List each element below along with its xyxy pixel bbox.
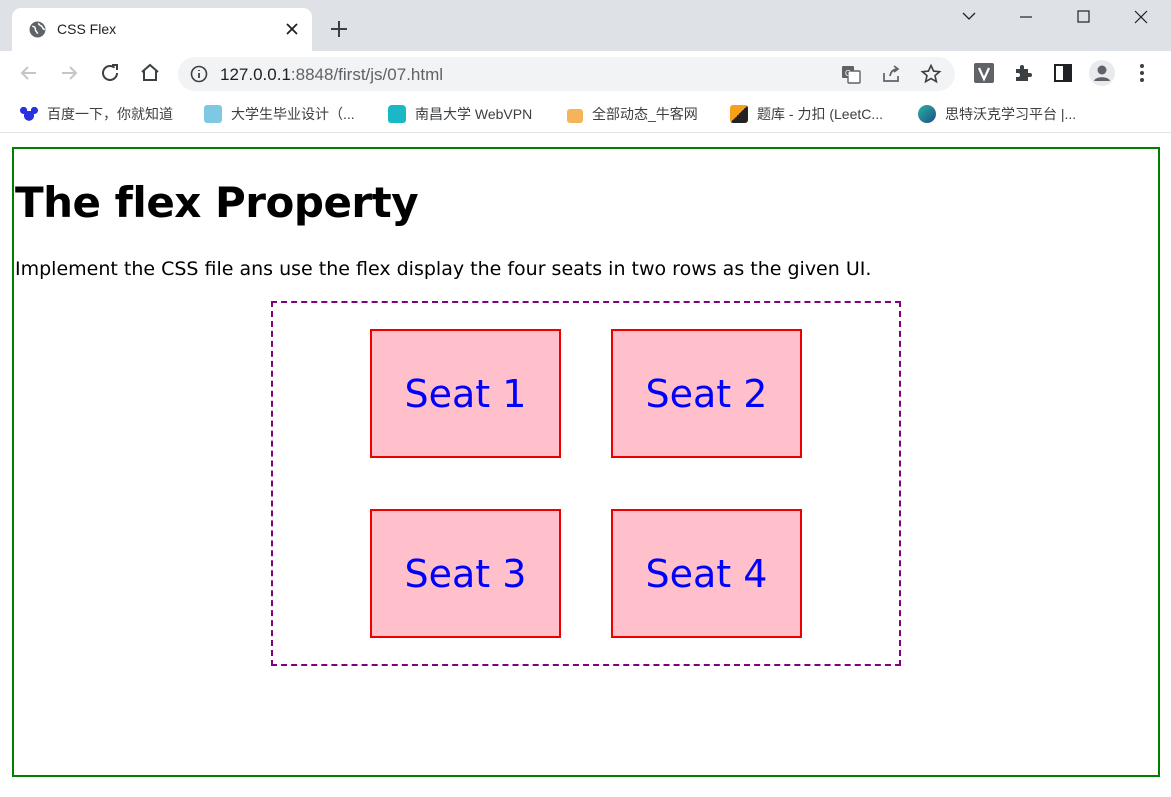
browser-toolbar: 127.0.0.1:8848/first/js/07.html G <box>0 51 1171 95</box>
person-icon <box>1094 65 1110 81</box>
seat-2: Seat 2 <box>611 329 802 458</box>
bookmark-nowcoder[interactable]: 全部动态_牛客网 <box>567 104 698 124</box>
site-info-icon[interactable] <box>190 65 208 83</box>
page-description: Implement the CSS file ans use the flex … <box>15 258 872 280</box>
minimize-icon[interactable] <box>998 0 1054 34</box>
thoughtworks-icon <box>918 105 936 123</box>
page-heading: The flex Property <box>15 178 419 227</box>
forward-arrow-icon[interactable] <box>57 61 81 85</box>
bookmark-baidu[interactable]: 百度一下，你就知道 <box>20 104 173 124</box>
tab-strip: CSS Flex <box>0 0 1171 51</box>
leetcode-icon <box>730 105 748 123</box>
seat-4: Seat 4 <box>611 509 802 638</box>
graduation-icon <box>204 105 222 123</box>
baidu-icon <box>20 105 38 123</box>
seat-3: Seat 3 <box>370 509 561 638</box>
nowcoder-icon <box>567 109 583 123</box>
bookmark-star-icon[interactable] <box>920 63 942 85</box>
translate-icon[interactable]: G <box>840 63 862 85</box>
tab-css-flex[interactable]: CSS Flex <box>12 8 312 51</box>
profile-avatar[interactable] <box>1089 60 1115 86</box>
tab-search-icon[interactable] <box>941 0 997 34</box>
more-menu-icon[interactable] <box>1130 61 1154 85</box>
reload-icon[interactable] <box>98 61 122 85</box>
share-icon[interactable] <box>880 63 902 85</box>
seats-container <box>271 301 901 666</box>
back-arrow-icon[interactable] <box>17 61 41 85</box>
bookmark-thoughtworks[interactable]: 思特沃克学习平台 |... <box>918 104 1076 124</box>
bookmark-graduation[interactable]: 大学生毕业设计（... <box>204 104 355 124</box>
lock-icon <box>388 105 406 123</box>
bookmark-leetcode[interactable]: 题库 - 力扣 (LeetC... <box>730 104 883 124</box>
new-tab-icon[interactable] <box>328 18 350 40</box>
extensions-puzzle-icon[interactable] <box>1011 61 1035 85</box>
seat-1: Seat 1 <box>370 329 561 458</box>
globe-icon <box>29 21 46 38</box>
address-bar[interactable]: 127.0.0.1:8848/first/js/07.html G <box>178 57 955 91</box>
maximize-icon[interactable] <box>1055 0 1111 34</box>
tab-title: CSS Flex <box>57 21 117 37</box>
bookmarks-bar: 百度一下，你就知道 大学生毕业设计（... 南昌大学 WebVPN 全部动态_牛… <box>0 95 1171 133</box>
bookmark-webvpn[interactable]: 南昌大学 WebVPN <box>388 104 532 124</box>
window-close-icon[interactable] <box>1112 0 1171 34</box>
url-text[interactable]: 127.0.0.1:8848/first/js/07.html <box>220 65 443 85</box>
home-icon[interactable] <box>138 61 162 85</box>
svg-text:G: G <box>845 69 851 78</box>
side-panel-icon[interactable] <box>1051 61 1075 85</box>
close-tab-icon[interactable] <box>282 19 302 39</box>
extension-v-icon[interactable] <box>972 61 996 85</box>
